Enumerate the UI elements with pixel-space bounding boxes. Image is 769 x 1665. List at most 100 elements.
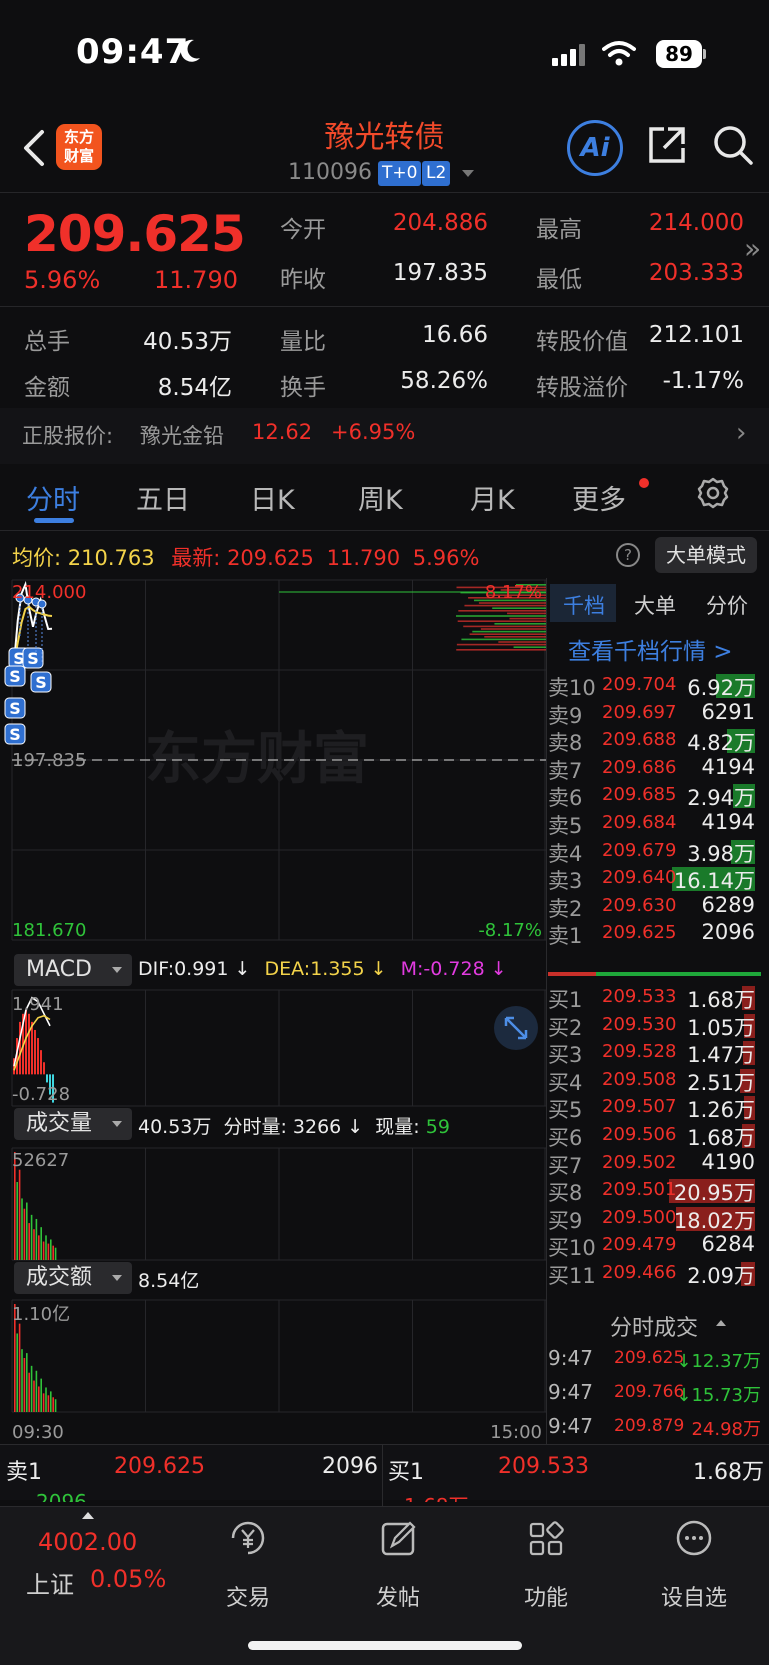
orderbook-row[interactable]: 卖6 209.685 2.94万 [548,782,769,811]
orderbook-row[interactable]: 买6 209.506 1.68万 [548,1122,769,1151]
volume-selector[interactable]: 成交量 [14,1108,132,1140]
orderbook-row[interactable]: 买3 209.528 1.47万 [548,1039,769,1068]
macd-dif-value: DIF:0.991 ↓ [138,958,251,980]
trades-title[interactable]: 分时成交 [610,1310,698,1342]
nav-trade[interactable]: 交易 [198,1580,298,1612]
expand-quote-icon[interactable]: » [744,232,761,265]
tab-active-indicator [34,518,74,523]
orderbook-row[interactable]: 卖8 209.688 4.82万 [548,727,769,756]
y-max-label: 214.000 [12,582,86,603]
stock-code[interactable]: 110096 [288,160,372,185]
orderbook-row[interactable]: 买4 209.508 2.51万 [548,1067,769,1096]
amount-grid [11,1299,546,1413]
orderbook-row[interactable]: 买1 209.533 1.68万 [548,984,769,1013]
orderbook-row[interactable]: 买7 209.502 4190 [548,1150,769,1179]
orderbook-level: 卖1 [548,924,583,949]
orderbook-row[interactable]: 卖9 209.697 6291 [548,700,769,729]
tab-daily-k[interactable]: 日K [250,478,295,517]
chevron-right-icon[interactable]: › [736,418,746,448]
index-value[interactable]: 4002.00 [38,1528,137,1556]
more-dots-icon[interactable] [644,1518,744,1558]
tab-weekly-k[interactable]: 周K [358,478,403,517]
orderbook-row[interactable]: 卖5 209.684 4194 [548,810,769,839]
volume-bar [23,1208,26,1260]
big-order-mode-button[interactable]: 大单模式 [655,537,757,573]
share-icon[interactable] [646,124,688,166]
avg-label: 均价: [12,546,62,570]
orderbook-row[interactable]: 买2 209.530 1.05万 [548,1012,769,1041]
orderbook-level: 买9 [548,1208,583,1233]
orderbook-row[interactable]: 买11 209.466 2.09万 [548,1260,769,1289]
tab-full-depth[interactable]: 千档 [563,590,605,620]
volume-bar [42,1241,45,1260]
orderbook-row[interactable]: 卖1 209.625 2096 [548,920,769,949]
last-price: 209.625 [24,205,246,263]
help-icon[interactable]: ? [616,543,640,567]
trade-price: 209.766 [614,1382,685,1402]
tab-monthly-k[interactable]: 月K [470,478,515,517]
orderbook-price: 209.530 [602,1013,677,1035]
fullscreen-icon[interactable] [494,1006,538,1050]
tab-intraday[interactable]: 分时 [26,478,80,517]
index-percent[interactable]: 0.05% [90,1565,166,1593]
avg-value: 210.763 [67,546,155,570]
s-marker-label: S [27,649,39,668]
latest-percent: 5.96% [412,546,480,570]
signal-icon [552,44,585,66]
volume-bar [18,1323,21,1412]
tab-five-day[interactable]: 五日 [136,478,190,517]
post-icon[interactable] [348,1518,448,1558]
level1-bid-label: 买1 [388,1460,424,1485]
prev-close-label: 昨收 [280,267,326,293]
view-full-depth-link[interactable]: 查看千档行情 > [568,632,733,666]
gear-icon[interactable] [696,476,730,510]
orderbook-row[interactable]: 买9 209.500 18.02万 [548,1205,769,1234]
orderbook-row[interactable]: 卖4 209.679 3.98万 [548,838,769,867]
nav-add-watchlist[interactable]: 设自选 [644,1580,744,1612]
orderbook-row[interactable]: 买5 209.507 1.26万 [548,1094,769,1123]
trade-volume: ↓12.37万 [676,1351,761,1372]
orderbook-volume: 2.09万 [687,1264,755,1288]
s-marker-label: S [35,673,47,692]
orderbook-row[interactable]: 卖10 209.704 6.92万 [548,672,769,701]
volume-bar [30,1214,33,1260]
index-name[interactable]: 上证 [26,1565,74,1600]
chevron-down-icon[interactable] [462,170,474,177]
chevron-up-icon[interactable] [82,1512,94,1519]
current-vol-label: 现量: [375,1116,420,1138]
orderbook-row[interactable]: 买8 209.501 20.95万 [548,1177,769,1206]
orderbook-volume: 2.51万 [687,1070,755,1095]
level1-bid-price: 209.533 [498,1454,589,1479]
orderbook-row[interactable]: 卖3 209.640 16.14万 [548,865,769,894]
tab-more[interactable]: 更多 [572,478,626,517]
search-icon[interactable] [712,124,754,166]
amount-selector[interactable]: 成交额 [14,1262,132,1294]
orderbook-level: 买1 [548,988,583,1012]
nav-function[interactable]: 功能 [496,1580,596,1612]
moon-icon [180,39,200,62]
chevron-up-icon[interactable] [716,1320,726,1326]
orderbook-row[interactable]: 买10 209.479 6284 [548,1232,769,1261]
nav-post[interactable]: 发帖 [348,1580,448,1612]
tab-big-orders[interactable]: 大单 [634,590,676,620]
pct-max-label: 8.17% [485,582,542,603]
orderbook-row[interactable]: 卖7 209.686 4194 [548,755,769,784]
ai-assistant-button[interactable]: Ai [567,120,623,176]
y-mid-label: 197.835 [12,750,86,771]
function-icon[interactable] [496,1518,596,1558]
depth-bar [509,617,546,620]
notification-dot [639,478,649,488]
intraday-chart[interactable]: 东方财富 S SSSSS 214.000 197.835 181.670 8.17… [0,578,546,1444]
macd-selector[interactable]: MACD [14,954,132,986]
orderbook-volume: 3.98万 [687,841,755,866]
trade-icon[interactable] [198,1518,298,1558]
macd-m-value: M:-0.728 ↓ [400,958,507,980]
current-vol-value: 59 [425,1116,450,1138]
depth-bar [463,625,546,628]
amount-label: 金额 [24,375,70,401]
s-marker-label: S [9,725,21,744]
trade-row: 9:47 209.879 24.98万 [548,1414,769,1448]
orderbook-row[interactable]: 卖2 209.630 6289 [548,893,769,922]
volume-bar [45,1387,47,1412]
tab-price-dist[interactable]: 分价 [706,590,748,620]
